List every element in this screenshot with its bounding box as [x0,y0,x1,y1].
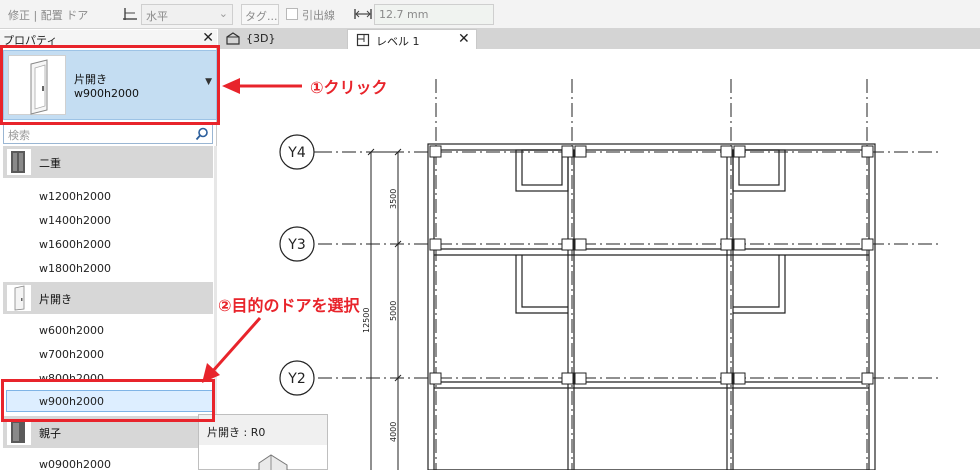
step1-annotation: ①クリック [310,78,388,97]
step2-annotation: ②目的のドアを選択 [218,296,360,315]
annotation-arrows [202,78,302,383]
